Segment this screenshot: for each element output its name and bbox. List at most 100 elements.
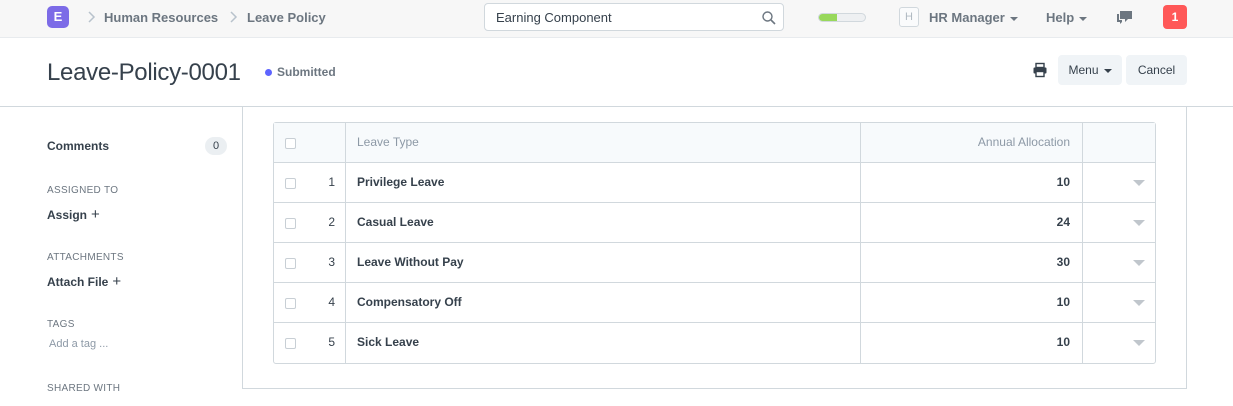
table-row[interactable]: 4 Compensatory Off 10 <box>274 283 1155 323</box>
comments-label[interactable]: Comments <box>47 139 109 153</box>
caret-down-icon[interactable] <box>1133 220 1145 226</box>
select-all-checkbox[interactable] <box>285 138 296 149</box>
leave-type-cell[interactable]: Compensatory Off <box>346 283 861 322</box>
row-actions[interactable] <box>1083 283 1157 322</box>
leave-type-cell[interactable]: Casual Leave <box>346 203 861 242</box>
status-indicator-icon <box>265 69 272 76</box>
allocation-value: 10 <box>1056 175 1070 189</box>
chevron-right-icon <box>228 9 240 25</box>
column-header-leave-type: Leave Type <box>357 135 419 149</box>
allocation-cell[interactable]: 10 <box>861 323 1083 363</box>
row-actions[interactable] <box>1083 243 1157 282</box>
table-row[interactable]: 3 Leave Without Pay 30 <box>274 243 1155 283</box>
cancel-button[interactable]: Cancel <box>1126 55 1187 85</box>
app-logo[interactable]: E <box>47 6 69 28</box>
menu-button-label: Menu <box>1068 63 1099 77</box>
plus-icon: + <box>91 206 100 223</box>
allocation-cell[interactable]: 10 <box>861 283 1083 322</box>
allocation-cell[interactable]: 30 <box>861 243 1083 282</box>
notification-badge[interactable]: 1 <box>1163 5 1187 29</box>
search-input[interactable]: Earning Component <box>484 3 784 31</box>
plus-icon: + <box>112 273 122 290</box>
page-title: Leave-Policy-0001 <box>47 59 241 86</box>
comments-count: 0 <box>205 137 227 155</box>
help-menu-label: Help <box>1046 10 1075 25</box>
menu-button[interactable]: Menu <box>1058 55 1122 85</box>
assign-link-label: Assign <box>47 208 88 222</box>
leave-type-value: Privilege Leave <box>357 175 445 189</box>
breadcrumb-leave-policy[interactable]: Leave Policy <box>247 10 326 25</box>
user-menu-label: HR Manager <box>929 10 1005 25</box>
avatar[interactable]: H <box>899 7 919 27</box>
allocation-value: 24 <box>1056 215 1070 229</box>
leave-type-cell[interactable]: Leave Without Pay <box>346 243 861 282</box>
row-actions[interactable] <box>1083 323 1157 363</box>
row-checkbox[interactable] <box>285 298 296 309</box>
search-icon[interactable] <box>761 10 777 26</box>
caret-down-icon[interactable] <box>1133 340 1145 346</box>
leave-type-value: Sick Leave <box>357 335 420 349</box>
assign-link[interactable]: Assign + <box>47 206 100 223</box>
attachments-label: ATTACHMENTS <box>47 252 124 263</box>
attach-file-link[interactable]: Attach File + <box>47 273 121 290</box>
leave-type-cell[interactable]: Sick Leave <box>346 323 861 363</box>
tags-label: TAGS <box>47 319 75 330</box>
row-index: 3 <box>328 255 335 269</box>
allocation-value: 10 <box>1056 335 1070 349</box>
caret-down-icon <box>1009 16 1018 21</box>
row-check-cell: 4 <box>274 283 346 322</box>
table-row[interactable]: 5 Sick Leave 10 <box>274 323 1155 363</box>
header-actions <box>1083 123 1157 162</box>
chevron-right-icon <box>86 9 98 25</box>
leave-type-value: Casual Leave <box>357 215 434 229</box>
row-index: 4 <box>328 295 335 309</box>
row-actions[interactable] <box>1083 163 1157 202</box>
row-checkbox[interactable] <box>285 338 296 349</box>
row-checkbox[interactable] <box>285 218 296 229</box>
header-annual-allocation: Annual Allocation <box>861 123 1083 162</box>
breadcrumb-human-resources[interactable]: Human Resources <box>104 10 218 25</box>
progress-bar <box>818 13 866 22</box>
search-value: Earning Component <box>496 10 612 25</box>
table-row[interactable]: 1 Privilege Leave 10 <box>274 163 1155 203</box>
caret-down-icon <box>1079 16 1088 21</box>
allocation-cell[interactable]: 24 <box>861 203 1083 242</box>
row-checkbox[interactable] <box>285 178 296 189</box>
allocation-value: 10 <box>1056 295 1070 309</box>
page-header: Leave-Policy-0001 Submitted Menu Cancel <box>0 38 1233 107</box>
chat-icon[interactable] <box>1116 9 1134 25</box>
caret-down-icon[interactable] <box>1133 300 1145 306</box>
assigned-to-label: ASSIGNED TO <box>47 185 119 196</box>
table-row[interactable]: 2 Casual Leave 24 <box>274 203 1155 243</box>
progress-fill <box>819 14 838 21</box>
row-index: 2 <box>328 215 335 229</box>
row-check-cell: 2 <box>274 203 346 242</box>
row-check-cell: 5 <box>274 323 346 363</box>
attach-file-label: Attach File <box>47 275 109 289</box>
user-menu[interactable]: HR Manager <box>929 10 1018 25</box>
help-menu[interactable]: Help <box>1046 10 1088 25</box>
leave-type-cell[interactable]: Privilege Leave <box>346 163 861 202</box>
row-checkbox[interactable] <box>285 258 296 269</box>
print-icon[interactable] <box>1032 62 1048 78</box>
row-index: 5 <box>328 335 335 349</box>
header-leave-type: Leave Type <box>346 123 861 162</box>
column-header-annual-allocation: Annual Allocation <box>977 135 1070 149</box>
caret-down-icon[interactable] <box>1133 180 1145 186</box>
leave-type-value: Leave Without Pay <box>357 255 464 269</box>
row-index: 1 <box>328 175 335 189</box>
row-actions[interactable] <box>1083 203 1157 242</box>
caret-down-icon[interactable] <box>1133 260 1145 266</box>
leave-policy-table: Leave Type Annual Allocation 1 Privilege… <box>273 122 1156 364</box>
leave-type-value: Compensatory Off <box>357 295 462 309</box>
status-badge: Submitted <box>277 65 336 79</box>
allocation-cell[interactable]: 10 <box>861 163 1083 202</box>
row-check-cell: 1 <box>274 163 346 202</box>
table-header-row: Leave Type Annual Allocation <box>274 123 1155 163</box>
allocation-value: 30 <box>1056 255 1070 269</box>
shared-with-label: SHARED WITH <box>47 383 121 394</box>
row-check-cell: 3 <box>274 243 346 282</box>
add-tag-input[interactable]: Add a tag ... <box>49 338 108 350</box>
caret-down-icon <box>1103 68 1112 73</box>
navbar: E Human Resources Leave Policy Earning C… <box>0 0 1233 38</box>
